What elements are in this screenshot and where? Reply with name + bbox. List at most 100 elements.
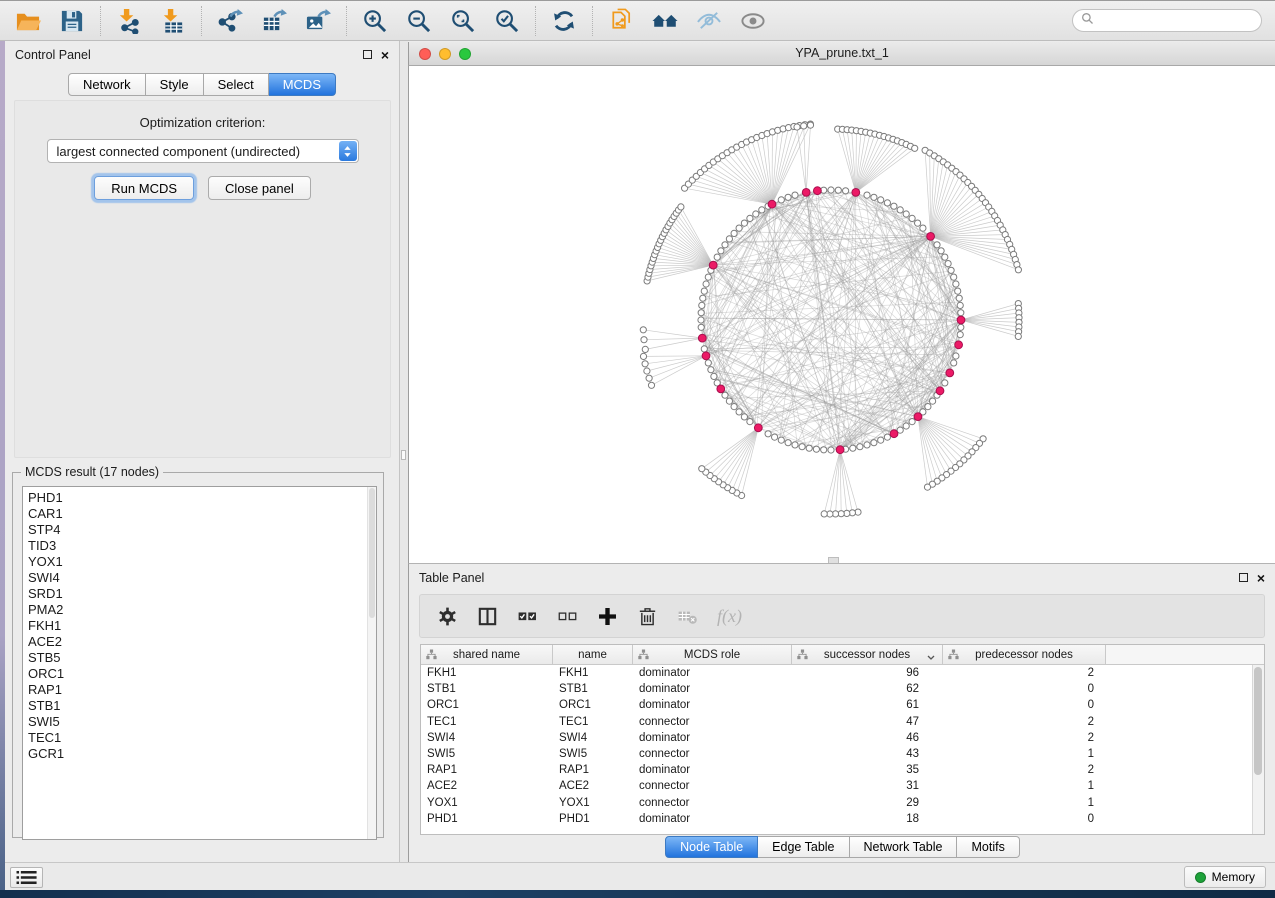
show-all-button[interactable]	[739, 7, 767, 35]
table-row[interactable]: SWI5SWI5connector431	[421, 746, 1252, 762]
result-scrollbar[interactable]	[367, 487, 376, 839]
first-neighbors-button[interactable]	[651, 7, 679, 35]
delete-column-button[interactable]	[637, 606, 658, 627]
add-column-button[interactable]	[597, 606, 618, 627]
result-item[interactable]: GCR1	[28, 746, 376, 762]
export-table-button[interactable]	[260, 7, 288, 35]
result-item[interactable]: SWI4	[28, 570, 376, 586]
import-table-button[interactable]	[159, 7, 187, 35]
table-panel-title: Table Panel	[419, 571, 484, 585]
memory-button[interactable]: Memory	[1184, 866, 1266, 888]
toolbar-group	[201, 6, 346, 36]
tab-network-table[interactable]: Network Table	[850, 836, 958, 858]
result-item[interactable]: CAR1	[28, 506, 376, 522]
cell-shared-name: FKH1	[421, 667, 553, 679]
table-body: FKH1FKH1dominator962STB1STB1dominator620…	[421, 665, 1252, 834]
memory-label: Memory	[1212, 870, 1255, 884]
table-row[interactable]: PHD1PHD1dominator180	[421, 811, 1252, 827]
network-window-titlebar[interactable]: YPA_prune.txt_1	[408, 42, 1275, 66]
table-settings-button[interactable]	[437, 606, 458, 627]
close-panel-icon[interactable]: ×	[381, 50, 389, 60]
select-all-button[interactable]	[517, 606, 538, 627]
table-row[interactable]: SWI4SWI4dominator462	[421, 730, 1252, 746]
column-header-shared-name[interactable]: shared name	[421, 645, 553, 664]
table-row[interactable]: ACE2ACE2connector311	[421, 778, 1252, 794]
cell-shared-name: SWI5	[421, 748, 553, 760]
tab-mcds[interactable]: MCDS	[269, 73, 336, 96]
column-header-name[interactable]: name	[553, 645, 633, 664]
result-item[interactable]: SRD1	[28, 586, 376, 602]
tab-node-table[interactable]: Node Table	[665, 836, 758, 858]
toolbar-group	[346, 6, 535, 36]
cell-predecessor-nodes: 2	[943, 667, 1106, 679]
zoom-out-button[interactable]	[405, 7, 433, 35]
float-table-panel-icon[interactable]	[1239, 573, 1248, 582]
column-header-successor-nodes[interactable]: successor nodes	[792, 645, 943, 664]
import-network-button[interactable]	[115, 7, 143, 35]
show-columns-button[interactable]	[477, 606, 498, 627]
cell-predecessor-nodes: 0	[943, 813, 1106, 825]
table-row[interactable]: STB1STB1dominator620	[421, 681, 1252, 697]
result-item[interactable]: YOX1	[28, 554, 376, 570]
result-item[interactable]: PHD1	[28, 490, 376, 506]
close-table-panel-icon[interactable]: ×	[1257, 573, 1265, 583]
result-item[interactable]: TID3	[28, 538, 376, 554]
panel-splitter[interactable]	[400, 41, 408, 862]
splitter-grip[interactable]	[401, 450, 406, 460]
result-item[interactable]: STP4	[28, 522, 376, 538]
table-scrollbar[interactable]	[1252, 665, 1264, 834]
mcds-result-list[interactable]: PHD1CAR1STP4TID3YOX1SWI4SRD1PMA2FKH1ACE2…	[22, 486, 377, 840]
export-image-button[interactable]	[304, 7, 332, 35]
duplicate-network-button[interactable]	[607, 7, 635, 35]
close-traffic-light[interactable]	[419, 48, 431, 60]
result-item[interactable]: STB5	[28, 650, 376, 666]
tab-edge-table[interactable]: Edge Table	[758, 836, 849, 858]
search-box[interactable]	[1072, 9, 1262, 32]
result-item[interactable]: ACE2	[28, 634, 376, 650]
hide-selected-button[interactable]	[695, 7, 723, 35]
result-item[interactable]: TEC1	[28, 730, 376, 746]
result-item[interactable]: STB1	[28, 698, 376, 714]
optimization-criterion-select[interactable]: largest connected component (undirected)	[47, 139, 359, 163]
save-session-button[interactable]	[58, 7, 86, 35]
float-panel-icon[interactable]	[363, 50, 372, 59]
result-item[interactable]: SWI5	[28, 714, 376, 730]
search-icon	[1081, 12, 1094, 30]
result-item[interactable]: ORC1	[28, 666, 376, 682]
result-item[interactable]: RAP1	[28, 682, 376, 698]
zoom-traffic-light[interactable]	[459, 48, 471, 60]
result-item[interactable]: FKH1	[28, 618, 376, 634]
table-row[interactable]: FKH1FKH1dominator962	[421, 665, 1252, 681]
column-header-predecessor-nodes[interactable]: predecessor nodes	[943, 645, 1106, 664]
show-columns-icon	[477, 606, 498, 627]
cell-name: TEC1	[553, 716, 633, 728]
result-item[interactable]: PMA2	[28, 602, 376, 618]
open-file-button[interactable]	[14, 7, 42, 35]
export-network-button[interactable]	[216, 7, 244, 35]
table-row[interactable]: RAP1RAP1dominator352	[421, 762, 1252, 778]
search-input[interactable]	[1099, 14, 1254, 28]
table-scrollbar-thumb[interactable]	[1254, 667, 1262, 775]
mcds-pane: Optimization criterion: largest connecte…	[14, 100, 391, 458]
refresh-view-button[interactable]	[550, 7, 578, 35]
result-scrollbar-thumb[interactable]	[369, 488, 375, 618]
column-header-mcds-role[interactable]: MCDS role	[633, 645, 792, 664]
zoom-fit-button[interactable]	[449, 7, 477, 35]
panels-menu-button[interactable]	[10, 867, 43, 888]
tab-network[interactable]: Network	[68, 73, 146, 96]
table-row[interactable]: ORC1ORC1dominator610	[421, 697, 1252, 713]
tab-style[interactable]: Style	[146, 73, 204, 96]
close-mcds-panel-button[interactable]: Close panel	[208, 176, 311, 200]
run-mcds-button[interactable]: Run MCDS	[94, 176, 194, 200]
network-canvas[interactable]	[408, 66, 1275, 563]
deselect-all-button[interactable]	[557, 606, 578, 627]
table-row[interactable]: YOX1YOX1connector291	[421, 795, 1252, 811]
tab-motifs[interactable]: Motifs	[957, 836, 1019, 858]
table-row[interactable]: TEC1TEC1connector472	[421, 714, 1252, 730]
zoom-selected-button[interactable]	[493, 7, 521, 35]
mcds-result-title: MCDS result (17 nodes)	[21, 465, 163, 479]
zoom-in-button[interactable]	[361, 7, 389, 35]
cell-successor-nodes: 35	[792, 764, 943, 776]
minimize-traffic-light[interactable]	[439, 48, 451, 60]
tab-select[interactable]: Select	[204, 73, 269, 96]
